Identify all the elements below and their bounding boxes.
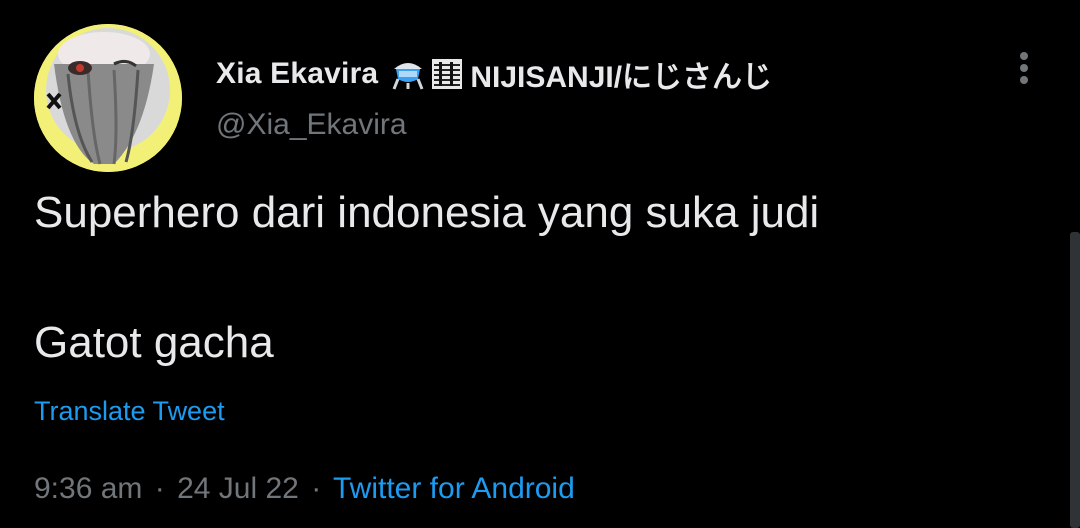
more-vertical-icon[interactable]: [1008, 46, 1040, 90]
tweet-date[interactable]: 24 Jul 22: [177, 472, 299, 505]
meta-separator: ·: [154, 472, 165, 505]
author-handle[interactable]: @Xia_Ekavira: [216, 108, 407, 142]
tweet-card: Xia Ekavira NIJISANJI/にじさんじ @Xia_Ekavira…: [0, 0, 1080, 528]
avatar-image: [34, 24, 182, 172]
tweet-text-line: Superhero dari indonesia yang suka judi: [34, 188, 820, 237]
tweet-time[interactable]: 9:36 am: [34, 472, 142, 505]
display-name[interactable]: Xia Ekavira: [216, 57, 378, 91]
scrollbar[interactable]: [1070, 232, 1080, 528]
name-suffix: NIJISANJI/にじさんじ: [470, 61, 773, 94]
author-name-row[interactable]: Xia Ekavira NIJISANJI/にじさんじ: [216, 52, 772, 96]
avatar[interactable]: [34, 24, 182, 172]
flask-icon: [390, 57, 426, 91]
meta-separator: ·: [311, 472, 322, 505]
tweet-text-line: Gatot gacha: [34, 318, 274, 367]
sheet-music-icon: [430, 57, 464, 91]
tweet-meta: 9:36 am · 24 Jul 22 · Twitter for Androi…: [34, 472, 575, 506]
translate-tweet-link[interactable]: Translate Tweet: [34, 396, 225, 427]
tweet-source-link[interactable]: Twitter for Android: [333, 472, 575, 505]
